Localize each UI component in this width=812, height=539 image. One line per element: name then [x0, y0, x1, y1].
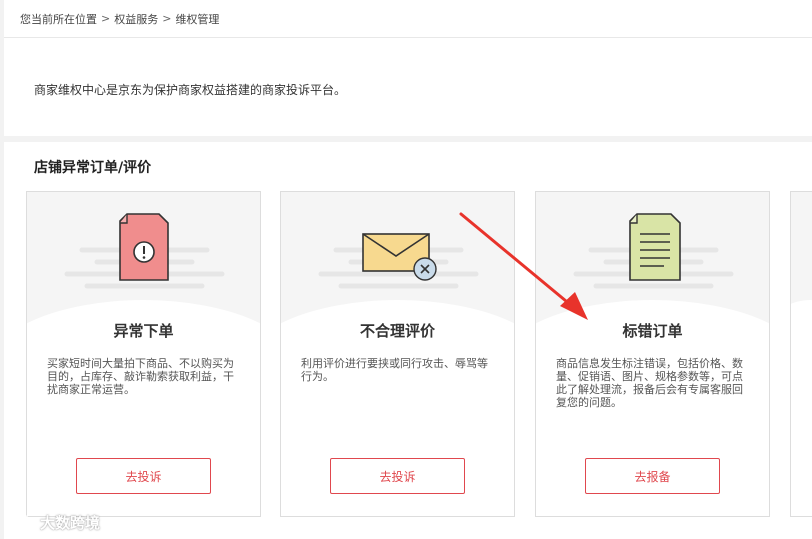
watermark-text: 大数跨境 [40, 514, 101, 532]
notice-panel: 商家维权中心是京东为保护商家权益搭建的商家投诉平台。 [4, 38, 812, 136]
breadcrumb-item-rights-management[interactable]: 维权管理 [175, 11, 219, 27]
card-description: 利用评价进行要挟或同行攻击、辱骂等行为。 [301, 357, 488, 383]
abnormal-section: 店铺异常订单/评价 异常下单 买家短时间大量拍下商品、不以购买为目的，占库存、敲… [4, 142, 812, 539]
card-description: 商品信息发生标注错误，包括价格、数量、促销语、图片、规格参数等，可点此了解处理流… [556, 357, 743, 409]
card-unreasonable-review: 不合理评价 利用评价进行要挟或同行攻击、辱骂等行为。 去投诉 [280, 191, 515, 517]
card-title: 标错订单 [622, 322, 683, 340]
breadcrumb-current-location: 您当前所在位置 [20, 12, 97, 26]
envelope-close-icon [362, 233, 437, 281]
notice-text: 商家维权中心是京东为保护商家权益搭建的商家投诉平台。 [34, 83, 347, 97]
complain-button[interactable]: 去投诉 [76, 458, 211, 494]
breadcrumb: 您当前所在位置 > 权益服务 > 维权管理 [4, 0, 812, 38]
complain-button[interactable]: 去投诉 [330, 458, 465, 494]
card-mislabeled-order: 标错订单 商品信息发生标注错误，包括价格、数量、促销语、图片、规格参数等，可点此… [535, 191, 770, 517]
watermark-logo-icon [7, 514, 29, 532]
card-title: 异常下单 [113, 322, 174, 340]
breadcrumb-item-rights-service[interactable]: 权益服务 [114, 11, 158, 27]
card-title: 不合理评价 [359, 322, 435, 340]
report-button[interactable]: 去报备 [585, 458, 720, 494]
watermark: 大数跨境 [6, 512, 100, 533]
document-lines-icon [629, 213, 681, 281]
card-description: 买家短时间大量拍下商品、不以购买为目的，占库存、敲诈勒索获取利益，干扰商家正常运… [47, 357, 234, 396]
breadcrumb-separator: > [162, 12, 172, 25]
card-abnormal-order: 异常下单 买家短时间大量拍下商品、不以购买为目的，占库存、敲诈勒索获取利益，干扰… [26, 191, 261, 517]
card-partial [790, 191, 812, 517]
document-alert-icon [119, 213, 169, 281]
breadcrumb-separator: > [101, 12, 111, 25]
section-title: 店铺异常订单/评价 [34, 160, 152, 176]
